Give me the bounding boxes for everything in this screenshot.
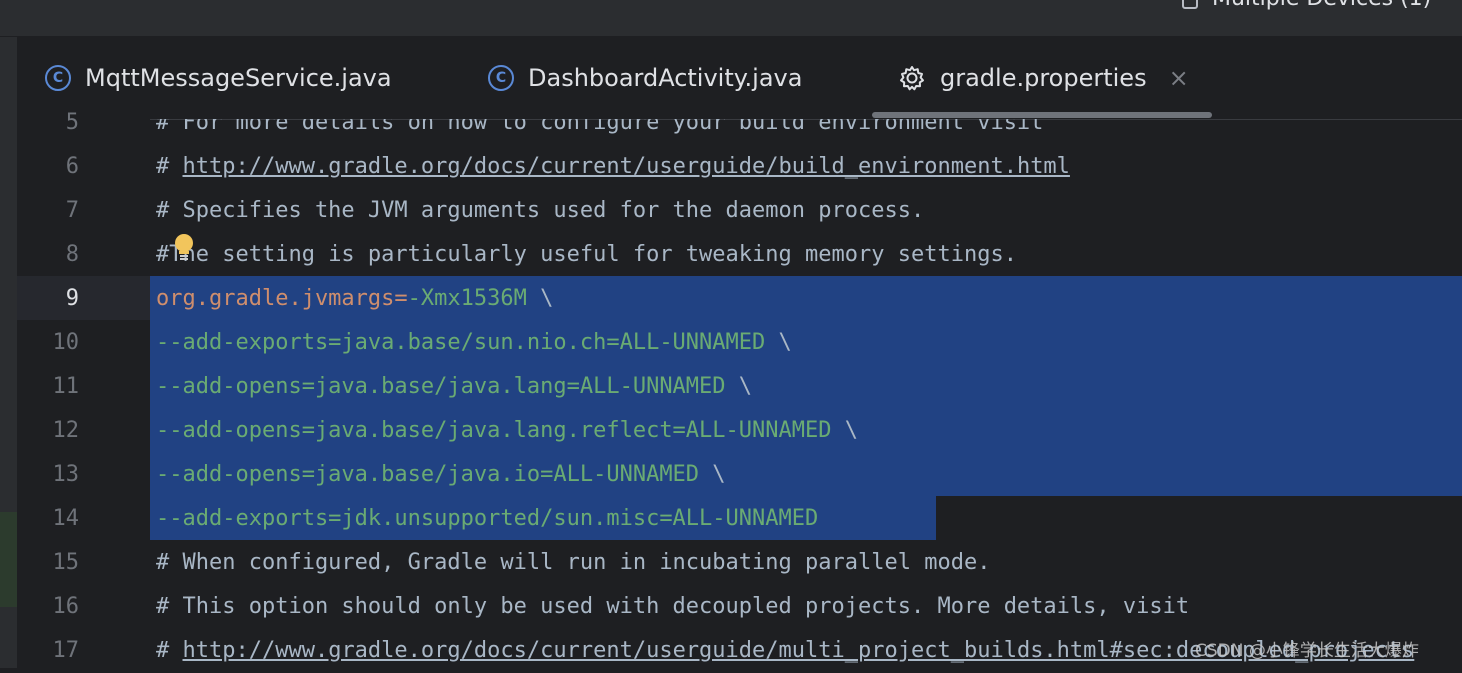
device-selector-label: Multiple Devices (1): [1212, 0, 1431, 11]
code-line: --add-opens=java.base/java.lang.reflect=…: [156, 409, 858, 453]
line-continuation: \: [765, 330, 792, 355]
line-number: 10: [52, 330, 80, 355]
comment-hash: #: [156, 154, 183, 179]
code-line: # For more details on how to configure y…: [156, 119, 1043, 145]
line-number: 7: [65, 198, 79, 223]
code-line: # http://www.gradle.org/docs/current/use…: [156, 145, 1070, 189]
gear-icon: [898, 64, 926, 92]
comment-link[interactable]: http://www.gradle.org/docs/current/userg…: [183, 154, 1070, 179]
equals-sign: =: [394, 286, 408, 311]
property-key: org.gradle.jvmargs: [156, 286, 395, 311]
vcs-change-marker: [0, 512, 17, 607]
editor-tab-bar: C MqttMessageService.java C DashboardAct…: [17, 37, 1462, 120]
code-line: --add-opens=java.base/java.io=ALL-UNNAME…: [156, 453, 726, 497]
property-value: --add-opens=java.base/java.lang=ALL-UNNA…: [156, 374, 726, 399]
active-tab-indicator: [872, 112, 1212, 118]
code-line: --add-exports=jdk.unsupported/sun.misc=A…: [156, 497, 818, 541]
watermark: CSDN @小锋学长生活大爆炸: [1195, 641, 1419, 661]
comment-text: # This option should only be used with d…: [156, 594, 1190, 619]
left-tool-strip: [0, 37, 17, 668]
line-continuation: \: [699, 462, 726, 487]
close-icon[interactable]: ×: [1169, 64, 1189, 92]
comment-hash: #: [156, 242, 170, 267]
line-number: 5: [65, 110, 79, 135]
property-value: --add-opens=java.base/java.io=ALL-UNNAME…: [156, 462, 700, 487]
line-number: 17: [52, 638, 80, 663]
device-selector[interactable]: Multiple Devices (1): [1182, 0, 1431, 11]
line-number: 11: [52, 374, 80, 399]
tab-gradle-properties[interactable]: gradle.properties ×: [898, 37, 1189, 119]
property-value: --add-exports=java.base/sun.nio.ch=ALL-U…: [156, 330, 766, 355]
lightbulb-icon[interactable]: [173, 233, 195, 267]
line-continuation: \: [831, 418, 859, 443]
top-toolbar: Multiple Devices (1): [0, 0, 1462, 37]
code-line: #The setting is particularly useful for …: [156, 233, 1017, 277]
line-continuation: \: [725, 374, 753, 399]
comment-text: # When configured, Gradle will run in in…: [156, 550, 991, 575]
comment-text: # Specifies the JVM arguments used for t…: [156, 198, 925, 223]
tab-dashboard-activity[interactable]: C DashboardActivity.java: [488, 37, 802, 119]
line-number: 15: [52, 550, 80, 575]
tab-label: MqttMessageService.java: [85, 64, 392, 92]
comment-text: # For more details on how to configure y…: [156, 119, 1044, 135]
code-line: # Specifies the JVM arguments used for t…: [156, 189, 924, 233]
tab-label: gradle.properties: [940, 64, 1147, 92]
class-c-icon: C: [488, 65, 514, 91]
line-number: 16: [52, 594, 80, 619]
code-line: --add-exports=java.base/sun.nio.ch=ALL-U…: [156, 321, 792, 365]
code-line: # When configured, Gradle will run in in…: [156, 541, 990, 585]
comment-text: The setting is particularly useful for t…: [169, 242, 1017, 267]
code-line: --add-opens=java.base/java.lang=ALL-UNNA…: [156, 365, 752, 409]
comment-hash: #: [156, 638, 183, 663]
code-line: org.gradle.jvmargs=-Xmx1536M \: [156, 277, 553, 321]
code-line: # This option should only be used with d…: [156, 585, 1189, 629]
line-number: 12: [52, 418, 80, 443]
line-number: 9: [65, 286, 79, 311]
line-number: 6: [65, 154, 79, 179]
device-icon: [1182, 0, 1198, 9]
tab-mqtt-message-service[interactable]: C MqttMessageService.java: [45, 37, 392, 119]
property-value: --add-exports=jdk.unsupported/sun.misc=A…: [156, 506, 819, 531]
class-c-icon: C: [45, 65, 71, 91]
line-number: 13: [52, 462, 80, 487]
property-value: --add-opens=java.base/java.lang.reflect=…: [156, 418, 832, 443]
line-number: 8: [65, 242, 79, 267]
line-number: 14: [52, 506, 80, 531]
line-continuation: \: [526, 286, 554, 311]
code-editor[interactable]: # For more details on how to configure y…: [150, 119, 1462, 668]
property-value: -Xmx1536M: [407, 286, 527, 311]
tab-label: DashboardActivity.java: [528, 64, 803, 92]
